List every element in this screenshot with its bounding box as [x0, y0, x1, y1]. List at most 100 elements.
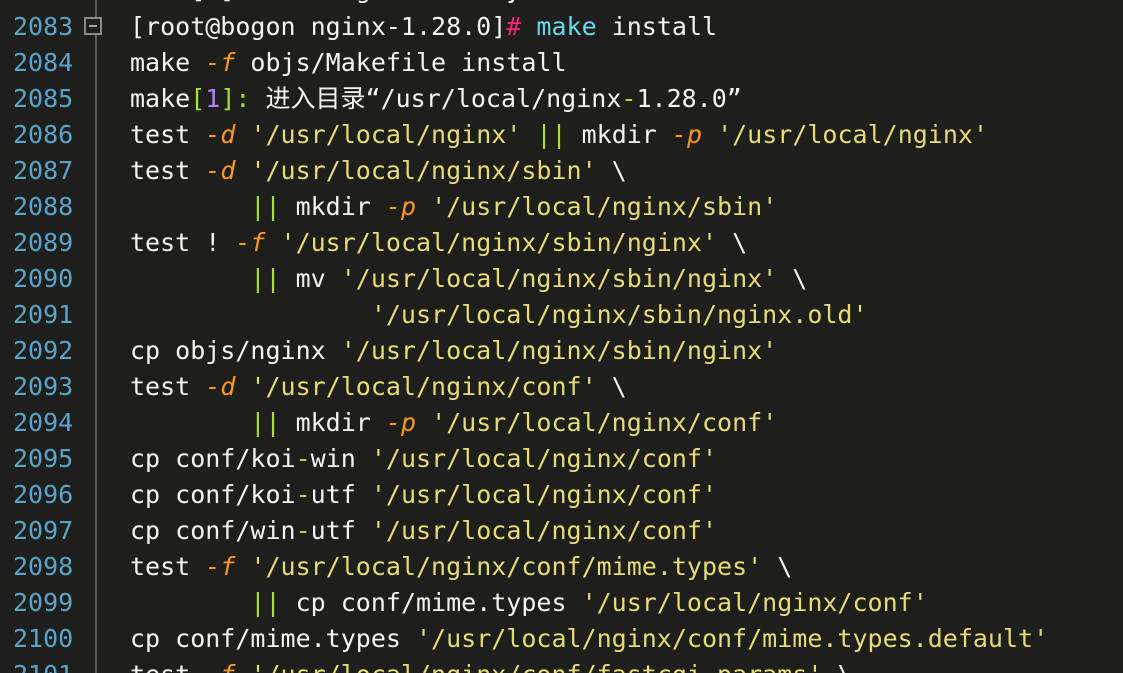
token-str: '/usr/local/nginx' — [717, 120, 989, 149]
token-str: '/usr/local/nginx/conf/mime.types' — [250, 552, 763, 581]
token-str: '/usr/local/nginx/sbin/nginx' — [340, 336, 778, 365]
code-text: cp conf/koi-utf '/usr/local/nginx/conf' — [130, 477, 717, 513]
token-op: || — [250, 408, 281, 437]
code-text: test ! -f '/usr/local/nginx/sbin/nginx' … — [130, 225, 747, 261]
line-number: 2087 — [13, 156, 74, 185]
code-line[interactable]: 2090 || mv '/usr/local/nginx/sbin/nginx'… — [0, 261, 1123, 297]
token-plain: cp conf/mime.types — [280, 588, 582, 617]
code-editor[interactable]: make[1]: Leaving directory... 2083 [root@… — [0, 0, 1123, 673]
token-str: '/usr/local/nginx/sbin' — [431, 192, 778, 221]
token-str: '/usr/local/nginx/conf' — [250, 372, 597, 401]
token-plain: make — [130, 48, 206, 77]
code-text: cp conf/koi-win '/usr/local/nginx/conf' — [130, 441, 717, 477]
token-flag: -p — [385, 192, 416, 221]
code-line[interactable]: 2095 cp conf/koi-win '/usr/local/nginx/co… — [0, 441, 1123, 477]
code-line[interactable]: 2093 test -d '/usr/local/nginx/conf' \ — [0, 369, 1123, 405]
code-line[interactable]: 2101 test -f '/usr/local/nginx/conf/fastc… — [0, 657, 1123, 673]
line-number: 2088 — [13, 192, 74, 221]
token-op: - — [295, 444, 311, 473]
token-op: || — [250, 588, 281, 617]
line-number: 2084 — [13, 48, 74, 77]
line-number: 2097 — [13, 516, 74, 545]
token-plain: \ — [596, 156, 627, 185]
code-line[interactable]: 2085 make[1]: 进入目录“/usr/local/nginx-1.28.… — [0, 81, 1123, 117]
token-plain: utf — [310, 480, 371, 509]
token-op: || — [250, 192, 281, 221]
line-number: 2096 — [13, 480, 74, 509]
code-line[interactable]: 2091 '/usr/local/nginx/sbin/nginx.old' — [0, 297, 1123, 333]
code-text: test -f '/usr/local/nginx/conf/mime.type… — [130, 549, 792, 585]
token-str: '/usr/local/nginx/conf' — [370, 480, 718, 509]
code-line[interactable]: 2083 [root@bogon nginx-1.28.0]# make inst… — [0, 9, 1123, 45]
token-plain: mkdir — [280, 192, 386, 221]
token-str: '/usr/local/nginx' — [250, 120, 522, 149]
token-str: '/usr/local/nginx/sbin/nginx' — [280, 228, 718, 257]
line-number: 2090 — [13, 264, 74, 293]
token-plain: 1.28.0” — [636, 84, 742, 113]
code-line[interactable]: 2094 || mkdir -p '/usr/local/nginx/conf' — [0, 405, 1123, 441]
token-plain: install — [596, 12, 718, 41]
token-plain: cp conf/mime.types — [130, 624, 416, 653]
token-cmd: make — [536, 12, 597, 41]
token-flag: -p — [385, 408, 416, 437]
line-number: 2091 — [13, 300, 74, 329]
code-line[interactable]: 2084 make -f objs/Makefile install — [0, 45, 1123, 81]
code-line[interactable]: 2089 test ! -f '/usr/local/nginx/sbin/ngi… — [0, 225, 1123, 261]
code-line[interactable]: 2096 cp conf/koi-utf '/usr/local/nginx/co… — [0, 477, 1123, 513]
code-text: make[1]: 进入目录“/usr/local/nginx-1.28.0” — [130, 81, 742, 117]
code-line[interactable]: 2086 test -d '/usr/local/nginx' || mkdir … — [0, 117, 1123, 153]
code-line[interactable]: 2092 cp objs/nginx '/usr/local/nginx/sbin… — [0, 333, 1123, 369]
code-line[interactable]: 2100 cp conf/mime.types '/usr/local/nginx… — [0, 621, 1123, 657]
token-plain: win — [310, 444, 371, 473]
token-plain: test — [130, 372, 206, 401]
token-str: '/usr/local/nginx/conf/mime.types.defaul… — [415, 624, 1049, 653]
token-flag: -p — [671, 120, 703, 149]
code-text: || mkdir -p '/usr/local/nginx/conf' — [130, 405, 777, 441]
line-number: 2094 — [13, 408, 74, 437]
line-number: 2083 — [13, 12, 74, 41]
code-text: test -d '/usr/local/nginx' || mkdir -p '… — [130, 117, 988, 153]
token-plain: test — [130, 660, 205, 673]
token-plain: test — [130, 156, 206, 185]
token-str: '/usr/local/nginx/conf' — [370, 444, 718, 473]
token-plain: \ — [596, 372, 627, 401]
line-number: 2099 — [13, 588, 74, 617]
line-number: 2092 — [13, 336, 74, 365]
token-plain: \ — [777, 264, 808, 293]
token-str: '/usr/local/nginx/conf' — [581, 588, 928, 617]
token-plain: cp conf/win — [130, 516, 296, 545]
code-text: cp objs/nginx '/usr/local/nginx/sbin/ngi… — [130, 333, 777, 369]
token-plain: \ — [822, 660, 852, 673]
token-op: : — [235, 84, 251, 113]
code-line[interactable]: 2087 test -d '/usr/local/nginx/sbin' \ — [0, 153, 1123, 189]
token-num: 1 — [205, 84, 221, 113]
code-text: '/usr/local/nginx/sbin/nginx.old' — [130, 297, 868, 333]
code-line[interactable]: 2097 cp conf/win-utf '/usr/local/nginx/co… — [0, 513, 1123, 549]
line-number: 2101 — [13, 657, 73, 673]
line-number: 2086 — [13, 120, 74, 149]
code-line[interactable]: 2088 || mkdir -p '/usr/local/nginx/sbin' — [0, 189, 1123, 225]
token-str: '/usr/local/nginx/sbin/nginx' — [340, 264, 778, 293]
partial-top-line: make[1]: Leaving directory... — [130, 0, 567, 8]
code-line[interactable]: 2099 || cp conf/mime.types '/usr/local/n… — [0, 585, 1123, 621]
code-line[interactable]: 2098 test -f '/usr/local/nginx/conf/mime.… — [0, 549, 1123, 585]
token-flag: -f — [205, 660, 235, 673]
token-plain: \ — [762, 552, 793, 581]
token-str: '/usr/local/nginx/sbin/nginx.old' — [370, 300, 868, 329]
line-number: 2098 — [13, 552, 74, 581]
token-str: '/usr/local/nginx/sbin' — [250, 156, 597, 185]
code-text: || mkdir -p '/usr/local/nginx/sbin' — [130, 189, 777, 225]
token-hash: # — [506, 12, 522, 41]
line-number: 2100 — [13, 624, 74, 653]
token-flag: -d — [205, 120, 236, 149]
code-text: [root@bogon nginx-1.28.0]# make install — [130, 9, 717, 45]
